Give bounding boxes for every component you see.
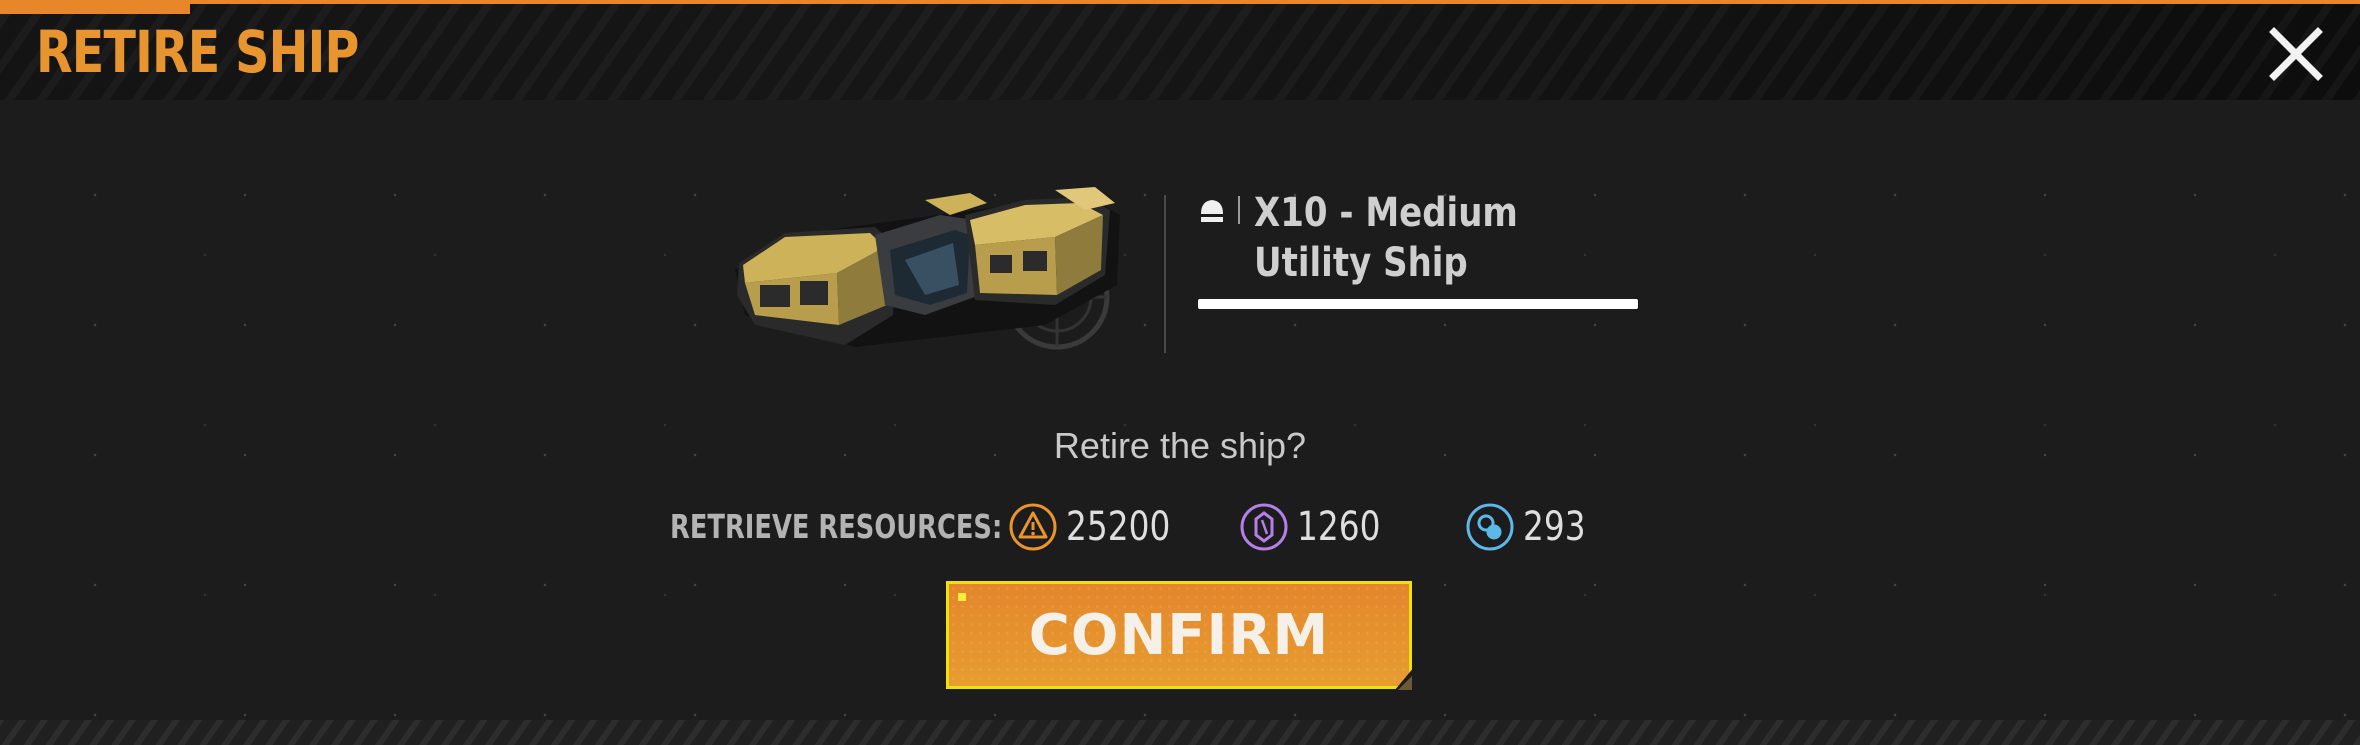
button-pip [958, 593, 966, 601]
crystal-resource-icon [1240, 503, 1288, 551]
ship-class-icon [1201, 200, 1223, 222]
close-button[interactable] [2268, 26, 2324, 82]
ship-image [735, 187, 1120, 350]
retire-question: Retire the ship? [1053, 425, 1307, 466]
ship-name-underline [1198, 299, 1638, 309]
close-icon [2269, 27, 2323, 81]
resource-value-2: 1260 [1297, 504, 1381, 550]
header-accent [0, 4, 190, 14]
class-separator [1238, 196, 1240, 224]
retrieve-resources-label: RETRIEVE RESOURCES: [670, 507, 1003, 546]
dialog-title: RETIRE SHIP [36, 18, 359, 86]
ship-name: X10 - Medium Utility Ship [1254, 190, 1518, 286]
confirm-label: CONFIRM [1028, 603, 1330, 668]
resource-value-3: 293 [1523, 504, 1586, 550]
warning-triangle-resource-icon [1009, 503, 1057, 551]
dialog-header: RETIRE SHIP [0, 0, 2360, 100]
ship-divider [1164, 195, 1166, 353]
resource-value-1: 25200 [1066, 504, 1171, 550]
confirm-button[interactable]: CONFIRM [946, 581, 1412, 689]
orb-resource-icon [1466, 503, 1514, 551]
bottom-strip [0, 720, 2360, 745]
